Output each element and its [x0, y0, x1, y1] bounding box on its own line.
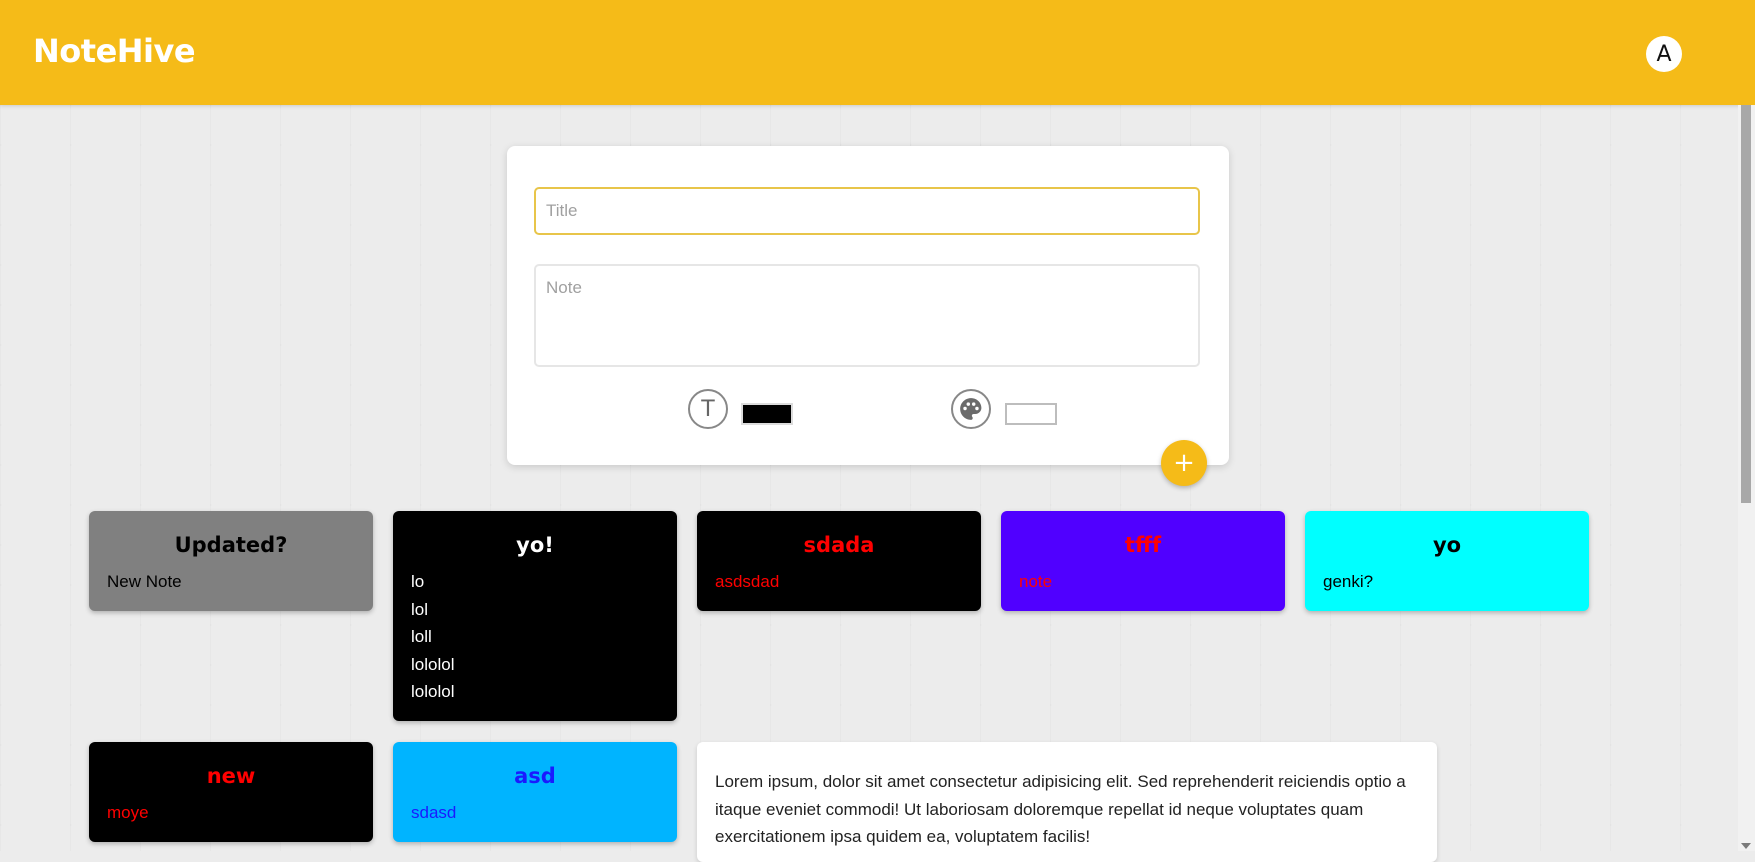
note-composer: T [507, 146, 1229, 465]
note-body: genki? [1323, 572, 1374, 591]
note-title: new [206, 764, 256, 788]
note-title: asd [514, 764, 556, 788]
note-card[interactable]: yo! lo lol loll lololol lololol [393, 511, 677, 721]
background-color-picker[interactable] [1005, 403, 1057, 425]
scrollbar-thumb[interactable] [1741, 105, 1751, 503]
note-body: asdsdad [715, 572, 780, 591]
scroll-down-arrow-icon[interactable] [1741, 843, 1751, 849]
palette-icon-svg [960, 398, 982, 420]
add-note-button[interactable]: + [1161, 440, 1207, 486]
user-avatar[interactable]: A [1646, 36, 1682, 72]
note-body: New Note [107, 572, 182, 591]
palette-icon[interactable] [951, 389, 991, 429]
note-card[interactable]: sdada asdsdad [697, 511, 981, 611]
text-color-picker[interactable] [741, 403, 793, 425]
note-title: tfff [1124, 533, 1162, 557]
note-title: yo! [516, 533, 554, 557]
title-input[interactable] [534, 187, 1200, 235]
note-body: note [1019, 572, 1053, 591]
page-scrollbar[interactable] [1738, 105, 1755, 851]
note-title: Updated? [174, 533, 288, 557]
note-title: yo [1432, 533, 1462, 557]
note-card[interactable]: new moye [89, 742, 373, 842]
note-input[interactable] [534, 264, 1200, 367]
text-tool-glyph: T [701, 396, 715, 422]
note-card[interactable]: Lorem ipsum, dolor sit amet consectetur … [697, 742, 1437, 862]
note-card[interactable]: Updated? New Note [89, 511, 373, 611]
note-body: sdasd [411, 803, 457, 822]
text-format-icon[interactable]: T [688, 389, 728, 429]
app-header: NoteHive A [0, 0, 1755, 105]
note-body: Lorem ipsum, dolor sit amet consectetur … [715, 772, 1406, 846]
note-card[interactable]: asd sdasd [393, 742, 677, 842]
app-title: NoteHive [33, 32, 196, 70]
note-body: moye [107, 803, 149, 822]
note-title: sdada [803, 533, 875, 557]
note-body: lo lol loll lololol lololol [411, 572, 455, 701]
note-card[interactable]: tfff note [1001, 511, 1285, 611]
plus-icon: + [1173, 448, 1195, 478]
note-card[interactable]: yo genki? [1305, 511, 1589, 611]
